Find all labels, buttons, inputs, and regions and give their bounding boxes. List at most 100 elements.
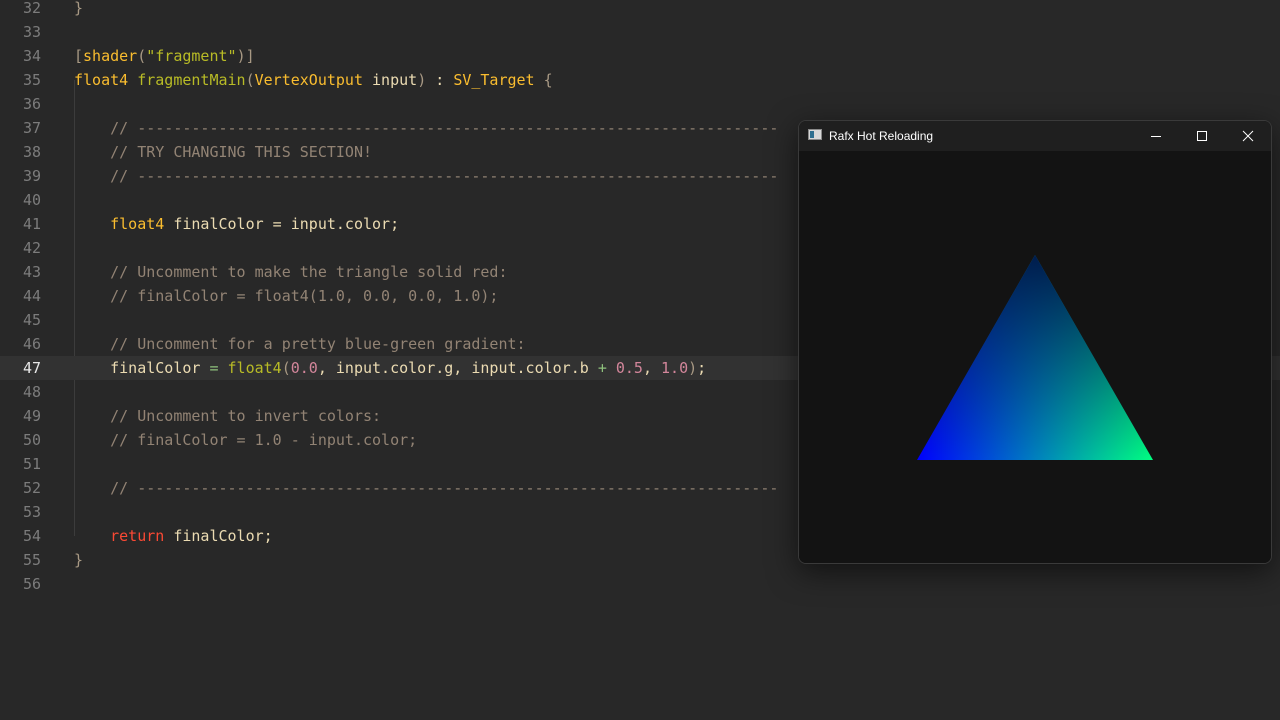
code-text: // finalColor = 1.0 - input.color; [74, 428, 417, 452]
code-text: float4 fragmentMain(VertexOutput input) … [74, 68, 553, 92]
line-number: 34 [22, 47, 41, 65]
code-token: 0.5 [615, 359, 643, 377]
code-line[interactable]: 32} [0, 0, 1280, 20]
line-number: 51 [22, 455, 41, 473]
code-token: VertexOutput [254, 71, 363, 89]
code-token: // finalColor = 1.0 - input.color; [74, 431, 418, 449]
code-line[interactable]: 34 [shader("fragment")] [0, 44, 1280, 68]
app-window-icon [808, 129, 822, 140]
code-line[interactable]: 56 [0, 572, 1280, 596]
code-text: return finalColor; [74, 524, 273, 548]
minimize-button[interactable] [1133, 121, 1179, 151]
code-token: 1.0 [661, 359, 689, 377]
line-number: 52 [22, 479, 41, 497]
code-token: finalColor; [164, 527, 273, 545]
code-text: // TRY CHANGING THIS SECTION! [74, 140, 372, 164]
code-text: // -------------------------------------… [74, 164, 778, 188]
code-token: ) [417, 71, 427, 89]
minimize-icon [1151, 136, 1161, 137]
code-token: ; [697, 359, 707, 377]
code-token: float4 [74, 71, 129, 89]
line-number: 56 [22, 575, 41, 593]
title-bar[interactable]: Rafx Hot Reloading [799, 121, 1271, 151]
code-text: [shader("fragment")] [74, 44, 255, 68]
code-token: float4 [227, 359, 282, 377]
code-token: = [209, 359, 219, 377]
line-number: 42 [22, 239, 41, 257]
code-text: // finalColor = float4(1.0, 0.0, 0.0, 1.… [74, 284, 498, 308]
line-number: 46 [22, 335, 41, 353]
code-token: return [110, 527, 165, 545]
code-text: float4 finalColor = input.color; [74, 212, 399, 236]
line-number: 33 [22, 23, 41, 41]
code-line[interactable]: 35 float4 fragmentMain(VertexOutput input… [0, 68, 1280, 92]
line-number: 41 [22, 215, 41, 233]
line-number: 43 [22, 263, 41, 281]
code-token: , [642, 359, 662, 377]
code-text: // -------------------------------------… [74, 116, 778, 140]
code-token: + [597, 359, 607, 377]
triangle-top-shade [917, 255, 1153, 460]
line-number: 53 [22, 503, 41, 521]
code-token: , input.color.g, input.color.b [317, 359, 598, 377]
line-number: 32 [22, 0, 41, 17]
code-token: // TRY CHANGING THIS SECTION! [74, 143, 373, 161]
code-token: ( [137, 47, 147, 65]
line-number: 50 [22, 431, 41, 449]
maximize-icon [1197, 131, 1207, 141]
code-text: // Uncomment to invert colors: [74, 404, 381, 428]
line-number: 48 [22, 383, 41, 401]
code-token: ) [688, 359, 698, 377]
line-number: 35 [22, 71, 41, 89]
code-text: // Uncomment to make the triangle solid … [74, 260, 507, 284]
code-line[interactable]: 36 [0, 92, 1280, 116]
code-token: // Uncomment for a pretty blue-green gra… [74, 335, 526, 353]
code-token: // -------------------------------------… [74, 479, 779, 497]
code-token: } [74, 551, 84, 569]
line-number: 37 [22, 119, 41, 137]
code-token: [ [74, 47, 84, 65]
code-text: finalColor = float4(0.0, input.color.g, … [74, 356, 706, 380]
code-token: SV_Target [453, 71, 535, 89]
line-number: 40 [22, 191, 41, 209]
code-token: // Uncomment to make the triangle solid … [74, 263, 508, 281]
line-number: 39 [22, 167, 41, 185]
code-token: // finalColor = float4(1.0, 0.0, 0.0, 1.… [74, 287, 499, 305]
code-token: "fragment" [146, 47, 237, 65]
close-button[interactable] [1225, 121, 1271, 151]
line-number: 44 [22, 287, 41, 305]
line-number: 54 [22, 527, 41, 545]
maximize-button[interactable] [1179, 121, 1225, 151]
window-title: Rafx Hot Reloading [829, 129, 934, 143]
triangle-render [917, 255, 1153, 460]
code-token: finalColor [74, 359, 210, 377]
code-text: } [74, 0, 83, 20]
code-text: // Uncomment for a pretty blue-green gra… [74, 332, 526, 356]
code-token: : [426, 71, 454, 89]
code-token: fragmentMain [137, 71, 246, 89]
rafx-window[interactable]: Rafx Hot Reloading [798, 120, 1272, 564]
code-token: // -------------------------------------… [74, 119, 779, 137]
line-number: 49 [22, 407, 41, 425]
line-number: 47 [22, 359, 41, 377]
code-text: // -------------------------------------… [74, 476, 778, 500]
code-text: } [74, 548, 83, 572]
code-token: } [74, 0, 84, 17]
close-icon [1242, 130, 1254, 142]
render-canvas [799, 151, 1271, 563]
code-token: )] [236, 47, 255, 65]
code-token: // Uncomment to invert colors: [74, 407, 382, 425]
code-line[interactable]: 33 [0, 20, 1280, 44]
code-token: shader [83, 47, 138, 65]
code-token: finalColor = input.color; [164, 215, 400, 233]
code-token: // -------------------------------------… [74, 167, 779, 185]
code-token: ( [281, 359, 291, 377]
code-token: 0.0 [290, 359, 318, 377]
code-token: float4 [110, 215, 165, 233]
code-token: { [534, 71, 553, 89]
